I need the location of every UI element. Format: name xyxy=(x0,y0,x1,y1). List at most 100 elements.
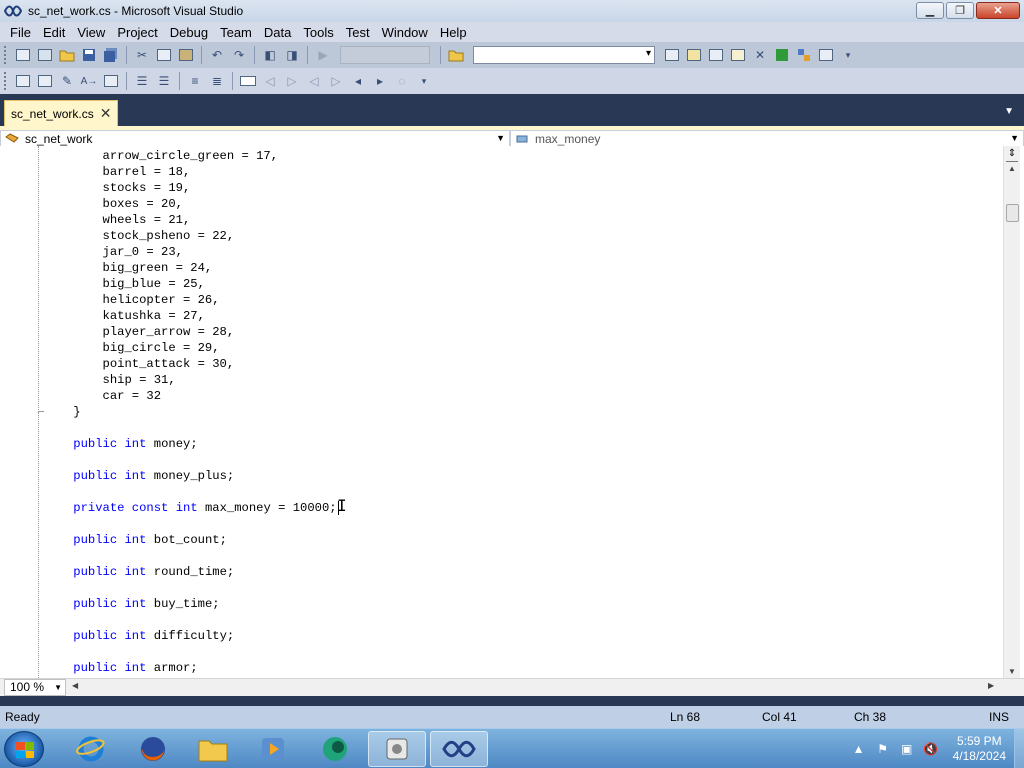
display-word-completion-icon[interactable]: A→ xyxy=(80,72,98,90)
menu-edit[interactable]: Edit xyxy=(37,25,71,40)
menu-window[interactable]: Window xyxy=(376,25,434,40)
navigate-backward-icon[interactable]: ◧ xyxy=(261,46,279,64)
visual-studio-taskbar-icon[interactable] xyxy=(430,731,488,767)
tools-icon[interactable]: ✕ xyxy=(751,46,769,64)
menu-file[interactable]: File xyxy=(4,25,37,40)
code-line[interactable]: ​ xyxy=(44,580,339,596)
horizontal-scrollbar[interactable]: 100 % ▼ ◀ ▶ xyxy=(0,678,1024,696)
code-line[interactable]: ​ xyxy=(44,612,339,628)
start-button[interactable] xyxy=(4,731,44,767)
code-line[interactable]: ​ xyxy=(44,484,339,500)
clear-bookmarks-icon[interactable]: ◌ xyxy=(393,72,411,90)
code-line[interactable]: private const int max_money = 10000; xyxy=(44,500,339,516)
code-line[interactable]: ​ xyxy=(44,420,339,436)
next-bookmark-in-document-icon[interactable]: ▸ xyxy=(371,72,389,90)
show-hidden-icons-icon[interactable]: ▲ xyxy=(850,740,868,758)
menu-data[interactable]: Data xyxy=(258,25,297,40)
code-line[interactable]: player_arrow = 28, xyxy=(44,324,339,340)
decrease-indent-icon[interactable]: ☰ xyxy=(133,72,151,90)
previous-bookmark-icon[interactable]: ◁ xyxy=(261,72,279,90)
open-file-icon[interactable] xyxy=(58,46,76,64)
window-layout-icon[interactable] xyxy=(817,46,835,64)
tab-sc-net-work[interactable]: sc_net_work.cs ✕ xyxy=(4,100,119,126)
code-line[interactable]: big_green = 24, xyxy=(44,260,339,276)
previous-bookmark-in-document-icon[interactable]: ◂ xyxy=(349,72,367,90)
increase-indent-icon[interactable]: ☰ xyxy=(155,72,173,90)
comment-lines-icon[interactable]: ≡ xyxy=(186,72,204,90)
object-browser-icon[interactable] xyxy=(707,46,725,64)
uncomment-lines-icon[interactable]: ≣ xyxy=(208,72,226,90)
add-item-icon[interactable] xyxy=(36,46,54,64)
menu-view[interactable]: View xyxy=(71,25,111,40)
new-project-icon[interactable] xyxy=(14,46,32,64)
find-combo[interactable] xyxy=(473,46,655,64)
code-line[interactable]: public int armor; xyxy=(44,660,339,676)
next-bookmark-in-folder-icon[interactable]: ▷ xyxy=(327,72,345,90)
maximize-button[interactable]: ❐ xyxy=(946,2,974,19)
code-line[interactable]: point_attack = 30, xyxy=(44,356,339,372)
media-player-icon[interactable] xyxy=(244,731,302,767)
undo-icon[interactable]: ↶ xyxy=(208,46,226,64)
code-line[interactable]: stocks = 19, xyxy=(44,180,339,196)
taskbar-clock[interactable]: 5:59 PM 4/18/2024 xyxy=(953,734,1006,764)
find-in-files-icon[interactable] xyxy=(447,46,465,64)
code-line[interactable]: wheels = 21, xyxy=(44,212,339,228)
code-line[interactable]: car = 32 xyxy=(44,388,339,404)
vertical-scrollbar[interactable]: ⇕ ▲ ▼ xyxy=(1003,146,1020,678)
extension-manager-icon[interactable] xyxy=(795,46,813,64)
volume-muted-icon[interactable]: 🔇 xyxy=(922,740,940,758)
scroll-left-icon[interactable]: ◀ xyxy=(72,681,78,690)
code-line[interactable]: boxes = 20, xyxy=(44,196,339,212)
code-line[interactable]: ship = 31, xyxy=(44,372,339,388)
code-line[interactable]: barrel = 18, xyxy=(44,164,339,180)
active-files-dropdown-icon[interactable]: ▼ xyxy=(1004,106,1014,117)
display-quick-info-icon[interactable]: ✎ xyxy=(58,72,76,90)
browser-green-icon[interactable] xyxy=(306,731,364,767)
code-line[interactable]: public int round_time; xyxy=(44,564,339,580)
line-numbers-icon[interactable] xyxy=(102,72,120,90)
split-handle-icon[interactable]: ⇕ xyxy=(1006,148,1018,162)
code-line[interactable]: jar_0 = 23, xyxy=(44,244,339,260)
code-line[interactable]: stock_psheno = 22, xyxy=(44,228,339,244)
menu-debug[interactable]: Debug xyxy=(164,25,214,40)
save-all-icon[interactable] xyxy=(102,46,120,64)
code-line[interactable]: public int money; xyxy=(44,436,339,452)
app-grey-icon[interactable] xyxy=(368,731,426,767)
code-line[interactable]: helicopter = 26, xyxy=(44,292,339,308)
solution-configuration-combo[interactable] xyxy=(340,46,430,64)
toolbox-icon[interactable] xyxy=(729,46,747,64)
display-object-member-list-icon[interactable] xyxy=(14,72,32,90)
redo-icon[interactable]: ↷ xyxy=(230,46,248,64)
start-debugging-icon[interactable]: ▶ xyxy=(314,46,332,64)
scroll-right-icon[interactable]: ▶ xyxy=(988,681,994,690)
toolbar-options-icon[interactable]: ▾ xyxy=(839,46,857,64)
toggle-bookmark-icon[interactable] xyxy=(239,72,257,90)
code-line[interactable]: katushka = 27, xyxy=(44,308,339,324)
show-desktop-button[interactable] xyxy=(1014,729,1024,768)
code-line[interactable]: ​ xyxy=(44,644,339,660)
minimize-button[interactable]: ▁ xyxy=(916,2,944,19)
paste-icon[interactable] xyxy=(177,46,195,64)
menu-help[interactable]: Help xyxy=(434,25,473,40)
scroll-down-icon[interactable]: ▼ xyxy=(1008,667,1016,676)
menu-project[interactable]: Project xyxy=(111,25,163,40)
code-text[interactable]: arrow_circle_green = 17, barrel = 18, st… xyxy=(44,148,339,676)
menu-team[interactable]: Team xyxy=(214,25,258,40)
code-line[interactable]: big_blue = 25, xyxy=(44,276,339,292)
next-bookmark-icon[interactable]: ▷ xyxy=(283,72,301,90)
code-line[interactable]: } xyxy=(44,404,339,420)
cut-icon[interactable]: ✂ xyxy=(133,46,151,64)
previous-bookmark-in-folder-icon[interactable]: ◁ xyxy=(305,72,323,90)
display-parameter-info-icon[interactable] xyxy=(36,72,54,90)
scroll-thumb[interactable] xyxy=(1006,204,1019,222)
zoom-combo[interactable]: 100 % ▼ xyxy=(4,679,66,696)
code-editor[interactable]: arrow_circle_green = 17, barrel = 18, st… xyxy=(0,146,1024,678)
menu-test[interactable]: Test xyxy=(340,25,376,40)
action-center-flag-icon[interactable]: ⚑ xyxy=(874,740,892,758)
start-page-icon[interactable] xyxy=(773,46,791,64)
properties-icon[interactable] xyxy=(685,46,703,64)
internet-explorer-icon[interactable] xyxy=(62,731,120,767)
code-line[interactable]: arrow_circle_green = 17, xyxy=(44,148,339,164)
code-line[interactable]: big_circle = 29, xyxy=(44,340,339,356)
code-line[interactable]: public int difficulty; xyxy=(44,628,339,644)
